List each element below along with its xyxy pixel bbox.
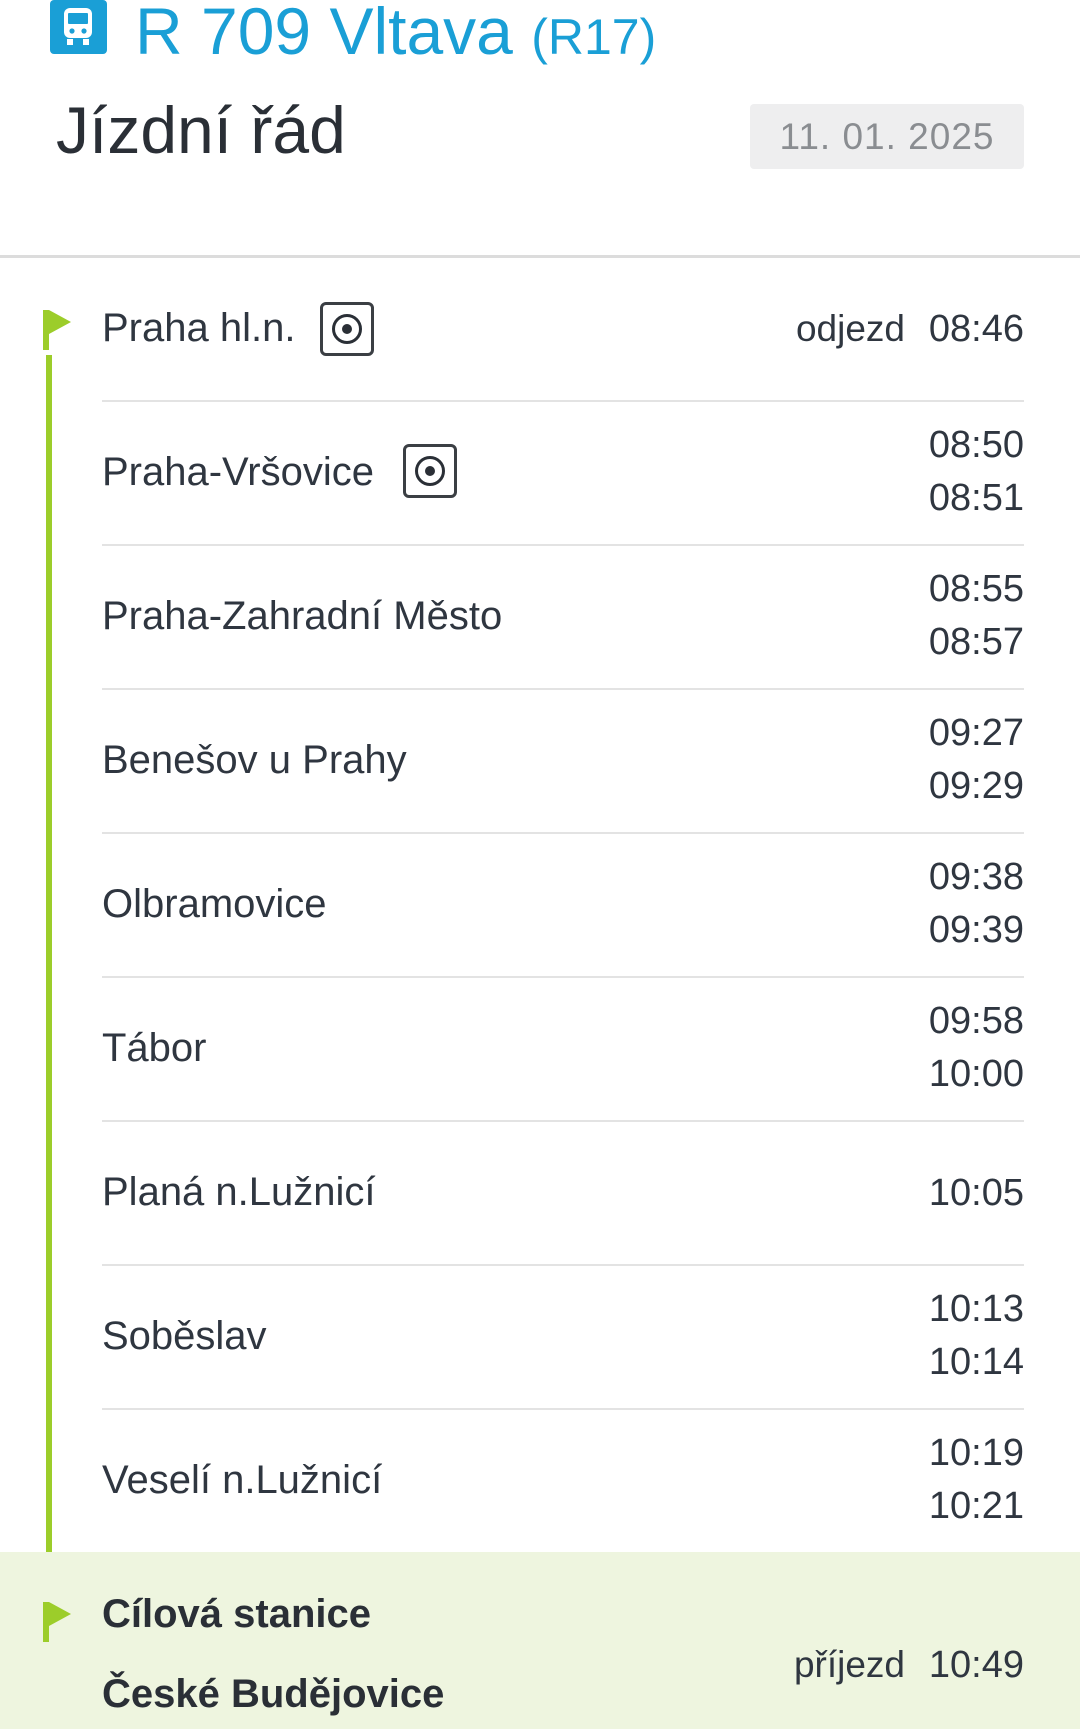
destination-caption: Cílová stanice	[102, 1592, 372, 1636]
stop-name: Praha hl.n.	[102, 306, 296, 350]
stop-row[interactable]: Veselí n.Lužnicí 10:19 10:21	[0, 1410, 1080, 1554]
arrival-time: 09:38	[928, 856, 1024, 898]
stop-row[interactable]: Praha hl.n. odjezd 08:46	[0, 258, 1080, 402]
platform-info-icon[interactable]	[403, 444, 457, 498]
stop-name: Planá n.Lužnicí	[102, 1170, 376, 1214]
stop-name: Benešov u Prahy	[102, 738, 407, 782]
stop-row[interactable]: Soběslav 10:13 10:14	[0, 1266, 1080, 1410]
destination-row[interactable]: Cílová stanice České Budějovice příjezd …	[0, 1552, 1080, 1729]
train-title: R 709 Vltava (R17)	[135, 0, 656, 72]
stop-row[interactable]: Tábor 09:58 10:00	[0, 978, 1080, 1122]
departure-label: odjezd	[795, 308, 905, 349]
date-picker[interactable]: 11. 01. 2025	[750, 104, 1024, 169]
stop-name: Praha-Vršovice	[102, 450, 374, 494]
stop-row[interactable]: Praha-Zahradní Město 08:55 08:57	[0, 546, 1080, 690]
stop-row[interactable]: Benešov u Prahy 09:27 09:29	[0, 690, 1080, 834]
train-icon	[50, 0, 107, 54]
arrival-label: příjezd	[793, 1644, 905, 1685]
departure-time: 08:46	[928, 308, 1024, 350]
stop-name: Soběslav	[102, 1314, 267, 1358]
departure-time: 08:51	[928, 477, 1024, 519]
arrival-time: 10:13	[928, 1288, 1024, 1330]
platform-info-icon[interactable]	[320, 302, 374, 356]
stop-name: Tábor	[102, 1026, 207, 1070]
stop-name: Olbramovice	[102, 882, 327, 926]
page-title: Jízdní řád	[56, 93, 346, 167]
departure-time: 10:21	[928, 1485, 1024, 1527]
stop-row[interactable]: Olbramovice 09:38 09:39	[0, 834, 1080, 978]
departure-time: 10:14	[928, 1341, 1024, 1383]
stop-row[interactable]: Praha-Vršovice 08:50 08:51	[0, 402, 1080, 546]
arrival-time: 08:50	[928, 424, 1024, 466]
stop-row[interactable]: Planá n.Lužnicí 10:05	[0, 1122, 1080, 1266]
departure-time: 10:00	[928, 1053, 1024, 1095]
arrival-time: 10:19	[928, 1432, 1024, 1474]
destination-name: České Budějovice	[102, 1672, 445, 1716]
train-name: R 709 Vltava	[135, 0, 513, 68]
stop-time: 10:05	[928, 1172, 1024, 1214]
arrival-time: 09:58	[928, 1000, 1024, 1042]
arrival-time: 09:27	[928, 712, 1024, 754]
destination-flag-icon	[43, 1602, 73, 1642]
header: R 709 Vltava (R17) Jízdní řád 11. 01. 20…	[0, 0, 1080, 258]
departure-time: 08:57	[928, 621, 1024, 663]
train-code: (R17)	[531, 9, 657, 65]
departure-time: 09:39	[928, 909, 1024, 951]
stop-name: Praha-Zahradní Město	[102, 594, 503, 638]
departure-time: 09:29	[928, 765, 1024, 807]
arrival-time: 10:49	[928, 1644, 1024, 1686]
arrival-time: 08:55	[928, 568, 1024, 610]
stop-name: Veselí n.Lužnicí	[102, 1458, 383, 1502]
